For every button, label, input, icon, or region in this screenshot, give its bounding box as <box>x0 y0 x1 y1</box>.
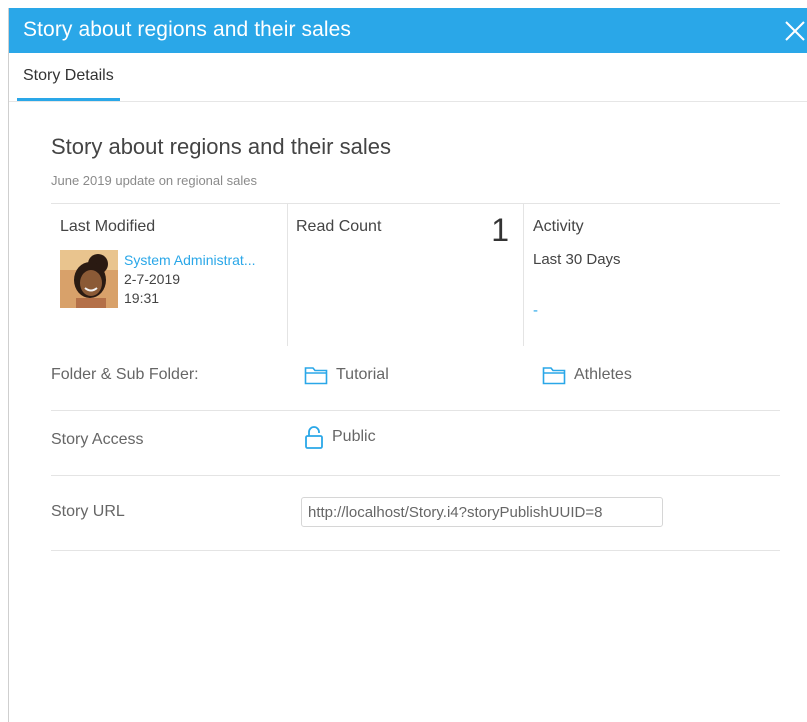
url-row: Story URL <box>51 475 780 551</box>
folder-icon <box>542 367 566 385</box>
access-value: Public <box>304 424 376 450</box>
close-icon[interactable] <box>782 18 807 44</box>
activity-label: Activity <box>533 218 584 235</box>
subfolder-link[interactable]: Athletes <box>542 365 632 385</box>
modified-date: 2-7-2019 <box>124 271 181 287</box>
modified-by-user-link[interactable]: System Administrat... <box>124 252 284 268</box>
close-button[interactable] <box>782 18 807 44</box>
folder-link[interactable]: Tutorial <box>304 365 389 385</box>
read-count-label: Read Count <box>296 218 382 235</box>
read-count-value: 1 <box>491 212 509 248</box>
access-text: Public <box>332 428 376 445</box>
story-description: June 2019 update on regional sales <box>51 173 257 188</box>
tab-bar: Story Details <box>9 53 807 102</box>
avatar <box>60 250 118 308</box>
read-count-section: Read Count 1 <box>287 204 524 346</box>
access-row: Story Access Public <box>51 410 780 476</box>
story-details-dialog: Story about regions and their sales Stor… <box>8 8 807 722</box>
activity-period: Last 30 Days <box>533 251 621 268</box>
story-title: Story about regions and their sales <box>51 134 391 159</box>
user-avatar-image <box>60 250 118 308</box>
last-modified-section: Last Modified System Administrat... 2-7-… <box>51 204 288 346</box>
modified-time: 19:31 <box>124 290 160 306</box>
unlock-icon <box>305 426 323 449</box>
activity-value: - <box>533 302 538 319</box>
last-modified-label: Last Modified <box>60 218 156 235</box>
subfolder-name[interactable]: Athletes <box>574 366 632 384</box>
url-label: Story URL <box>51 503 125 520</box>
folder-label: Folder & Sub Folder: <box>51 366 199 383</box>
access-label: Story Access <box>51 431 144 448</box>
story-url-field[interactable] <box>301 497 663 527</box>
story-stats: Last Modified System Administrat... 2-7-… <box>51 203 780 346</box>
dialog-title: Story about regions and their sales <box>23 18 352 41</box>
tab-story-details[interactable]: Story Details <box>17 53 120 101</box>
dialog-titlebar: Story about regions and their sales <box>9 8 807 53</box>
folder-name[interactable]: Tutorial <box>336 366 389 384</box>
folder-icon <box>304 367 328 385</box>
folder-row: Folder & Sub Folder: Tutorial Athletes <box>51 345 780 411</box>
activity-section: Activity Last 30 Days - <box>524 204 780 346</box>
